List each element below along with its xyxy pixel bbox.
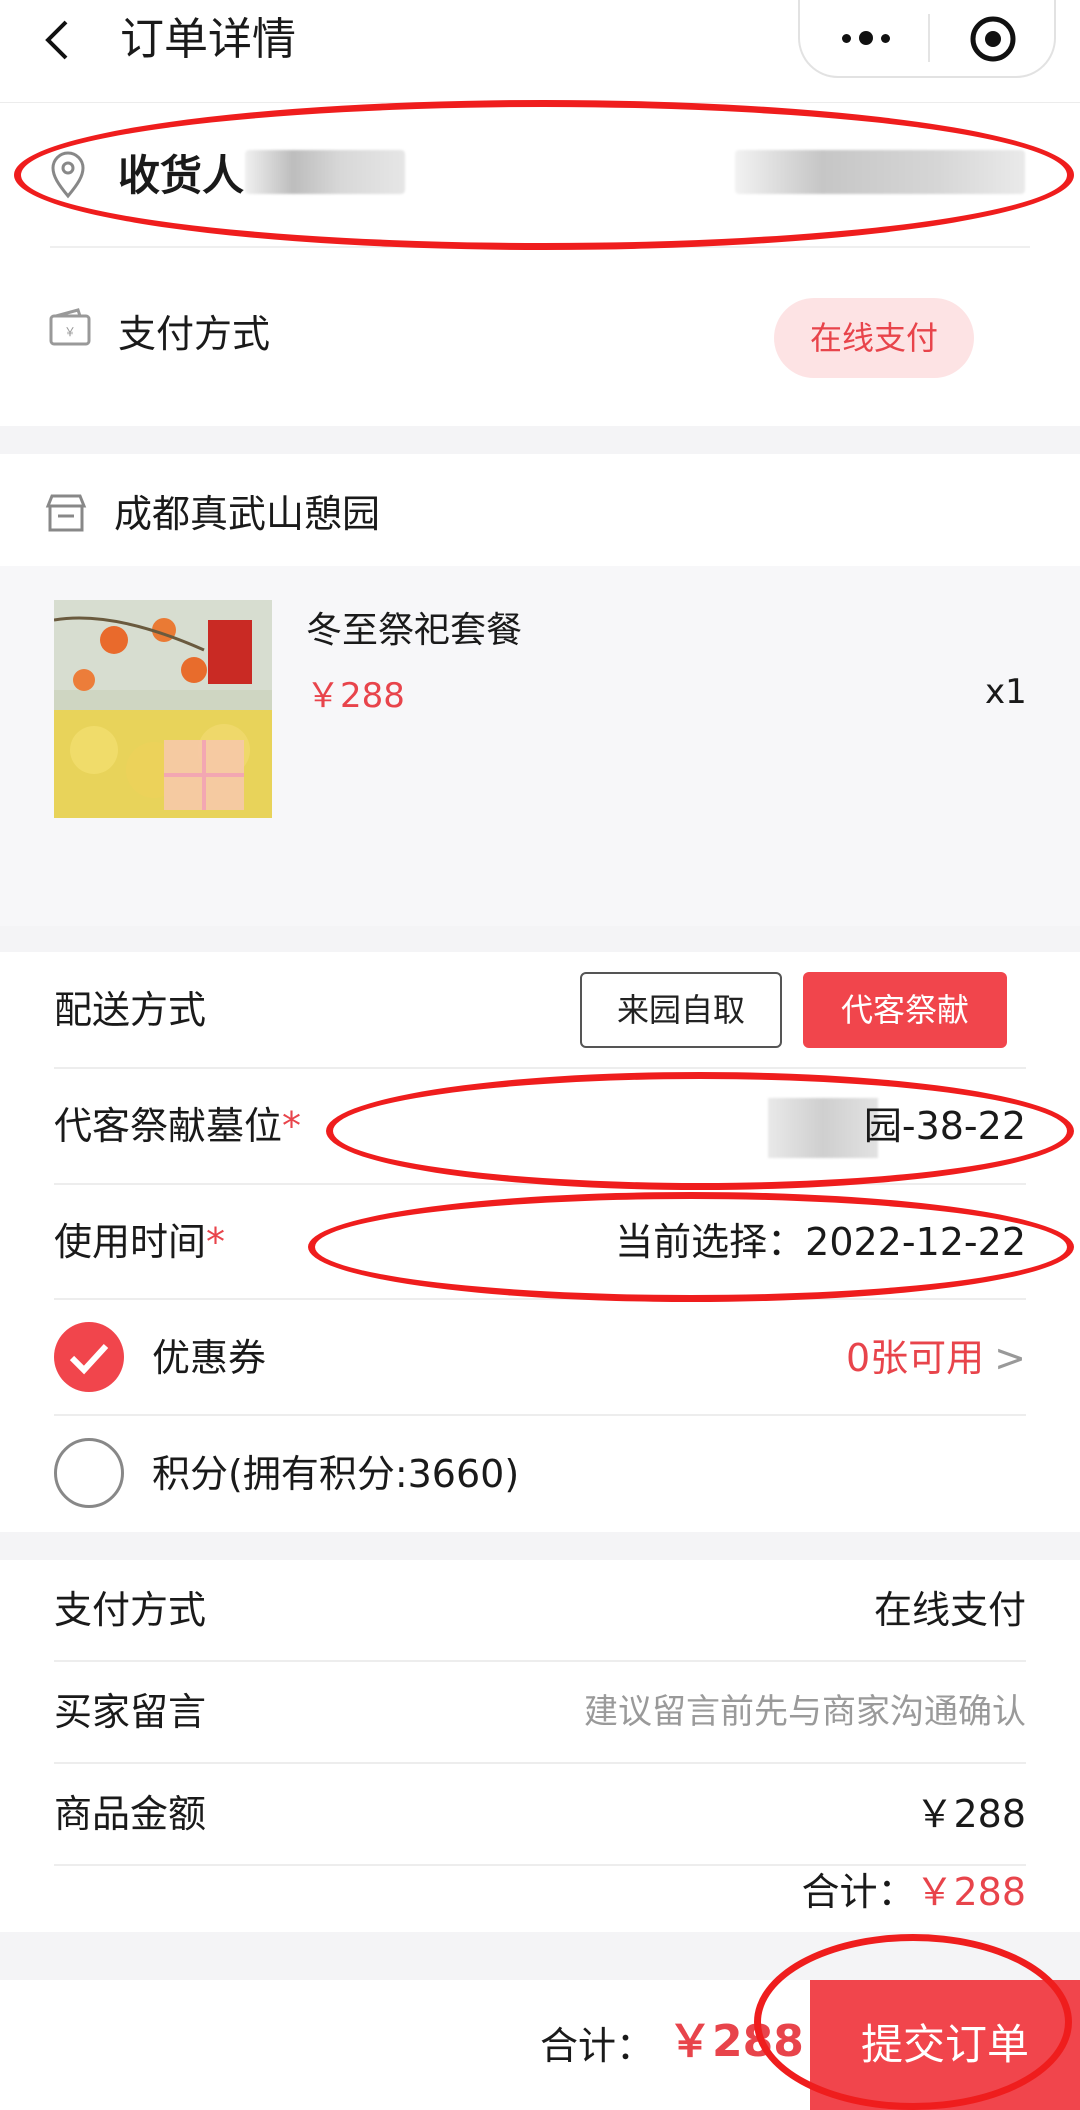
nav-bar: 订单详情 — [0, 0, 1080, 103]
subtotal: 合计：￥288 — [801, 1870, 1026, 1914]
product-title: 冬至祭祀套餐 — [306, 610, 523, 651]
summary-payment-value: 在线支付 — [873, 1588, 1026, 1632]
divider — [54, 1414, 1026, 1416]
page-title: 订单详情 — [120, 14, 296, 65]
store-icon — [45, 494, 87, 532]
divider — [54, 1067, 1026, 1069]
points-checkbox[interactable] — [54, 1438, 124, 1508]
online-payment-badge[interactable]: 在线支付 — [774, 298, 974, 378]
chevron-right-icon: > — [994, 1336, 1026, 1380]
summary-payment-label: 支付方式 — [54, 1588, 207, 1632]
location-pin-icon — [51, 151, 85, 199]
divider — [54, 1762, 1026, 1764]
section-gap — [0, 426, 1080, 454]
submit-order-button[interactable]: 提交订单 — [810, 1980, 1080, 2110]
footer-total-value: ￥288 — [668, 2016, 804, 2067]
svg-text:￥: ￥ — [64, 325, 76, 339]
proxy-offering-option-button[interactable]: 代客祭献 — [803, 972, 1007, 1048]
payment-method-label: 支付方式 — [118, 312, 271, 356]
order-detail-page: 订单详情 收货人 ￥ 支付方式 在线支付 成都真武山憩园 冬至祭祀套餐 ￥288… — [0, 0, 1080, 2110]
divider — [50, 246, 1030, 248]
close-miniprogram-icon[interactable] — [968, 14, 1018, 64]
receiver-label[interactable]: 收货人 — [118, 148, 244, 204]
goods-amount-label: 商品金额 — [54, 1792, 207, 1836]
more-icon[interactable] — [836, 22, 896, 54]
use-time-label: 使用时间* — [54, 1220, 226, 1264]
coupon-checkbox[interactable] — [54, 1322, 124, 1392]
delivery-method-label: 配送方式 — [54, 988, 207, 1032]
buyer-message-label: 买家留言 — [54, 1690, 207, 1734]
back-arrow-icon[interactable] — [38, 18, 82, 62]
coupon-label: 优惠券 — [152, 1336, 267, 1380]
wallet-icon: ￥ — [49, 308, 91, 346]
coupon-available[interactable]: 0张可用 > — [846, 1330, 1026, 1386]
divider — [54, 1183, 1026, 1185]
divider — [54, 1660, 1026, 1662]
product-quantity: x1 — [985, 672, 1027, 712]
grave-position-value[interactable]: 园-38-22 — [864, 1098, 1026, 1154]
pickup-option-button[interactable]: 来园自取 — [580, 972, 782, 1048]
goods-amount-value: ￥288 — [915, 1792, 1026, 1836]
buyer-message-input[interactable]: 建议留言前先与商家沟通确认 — [584, 1684, 1026, 1740]
divider — [54, 1298, 1026, 1300]
points-label: 积分(拥有积分:3660) — [152, 1452, 520, 1496]
checkmark-icon — [69, 1343, 109, 1375]
receiver-name-blurred — [245, 150, 405, 194]
miniprogram-capsule — [798, 0, 1056, 78]
capsule-divider — [928, 14, 930, 62]
footer-total-label: 合计： — [540, 2024, 655, 2068]
store-name: 成都真武山憩园 — [114, 492, 381, 536]
grave-position-label: 代客祭献墓位* — [54, 1104, 302, 1148]
receiver-phone-blurred — [735, 150, 1025, 194]
product-image[interactable] — [54, 600, 272, 818]
grave-position-blurred — [768, 1098, 878, 1158]
section-gap — [0, 1532, 1080, 1560]
product-price: ￥288 — [306, 676, 405, 716]
use-time-value[interactable]: 当前选择：2022-12-22 — [615, 1214, 1026, 1270]
section-gap — [0, 1932, 1080, 1980]
section-gap — [0, 926, 1080, 952]
